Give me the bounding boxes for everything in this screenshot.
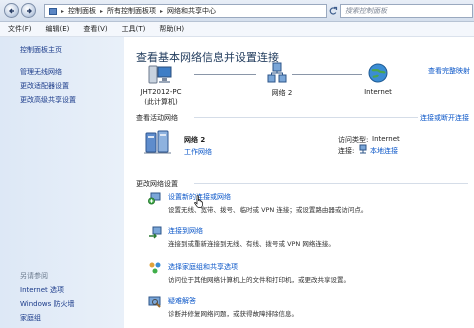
sidebar-item-advanced-sharing[interactable]: 更改高级共享设置: [20, 95, 76, 105]
internet-label: Internet: [364, 88, 392, 96]
active-networks-title: 查看活动网络: [136, 114, 178, 122]
section-divider: [194, 183, 468, 184]
local-connection-link[interactable]: 本地连接: [370, 146, 398, 156]
computer-icon: [148, 64, 172, 86]
connection-line: [292, 74, 362, 75]
breadcrumb[interactable]: ▸ 控制面板 ▸ 所有控制面板项 ▸ 网络和共享中心: [44, 4, 327, 18]
homegroup-sharing-desc: 访问位于其他网络计算机上的文件和打印机，或更改共享设置。: [168, 276, 350, 284]
change-settings-title: 更改网络设置: [136, 180, 178, 188]
menu-view[interactable]: 查看(V): [83, 24, 107, 34]
troubleshoot-link[interactable]: 疑难解答: [168, 296, 196, 306]
work-network-icon[interactable]: [144, 129, 172, 155]
main-content: 查看基本网络信息并设置连接 查看完整映射 JHT2012-PC (此计算机) 网…: [124, 37, 474, 328]
refresh-button[interactable]: [328, 4, 338, 18]
menu-edit[interactable]: 编辑(E): [46, 24, 70, 34]
sidebar-item-homegroup[interactable]: 家庭组: [20, 313, 41, 323]
troubleshoot-desc: 诊断并修复网络问题，或获得故障排除信息。: [168, 310, 298, 318]
hand-cursor-icon: [194, 195, 204, 208]
network-type-link[interactable]: 工作网络: [184, 147, 212, 157]
homegroup-icon: [148, 261, 162, 275]
section-divider: [194, 117, 418, 118]
control-panel-folder-icon: [49, 7, 57, 15]
sidebar-item-windows-firewall[interactable]: Windows 防火墙: [20, 299, 74, 309]
sidebar-item-manage-wireless[interactable]: 管理无线网络: [20, 67, 62, 77]
homegroup-sharing-link[interactable]: 选择家庭组和共享选项: [168, 262, 238, 272]
forward-button[interactable]: [21, 3, 36, 18]
back-button[interactable]: [4, 3, 19, 18]
breadcrumb-separator-icon: ▸: [160, 7, 164, 15]
sidebar-item-internet-options[interactable]: Internet 选项: [20, 285, 64, 295]
active-network-name: 网络 2: [184, 136, 206, 144]
breadcrumb-network-center[interactable]: 网络和共享中心: [167, 6, 216, 16]
new-connection-icon: [148, 191, 162, 205]
menu-tools[interactable]: 工具(T): [122, 24, 146, 34]
computer-subtitle: (此计算机): [144, 98, 178, 106]
computer-name: JHT2012-PC: [140, 88, 182, 96]
search-input[interactable]: 搜索控制面板: [340, 4, 473, 18]
breadcrumb-separator-icon: ▸: [100, 7, 104, 15]
breadcrumb-all-items[interactable]: 所有控制面板项: [107, 6, 156, 16]
see-also-caption: 另请参阅: [20, 272, 48, 280]
internet-globe-icon[interactable]: [368, 63, 388, 83]
view-full-map-link[interactable]: 查看完整映射: [428, 66, 470, 76]
refresh-icon: [329, 6, 338, 15]
menu-bar: 文件(F) 编辑(E) 查看(V) 工具(T) 帮助(H): [0, 22, 474, 37]
connect-to-network-link[interactable]: 连接到网络: [168, 226, 203, 236]
network-icon[interactable]: [267, 62, 287, 84]
local-connection-icon: [358, 144, 368, 154]
sidebar-item-adapter-settings[interactable]: 更改适配器设置: [20, 81, 69, 91]
address-bar: ▸ 控制面板 ▸ 所有控制面板项 ▸ 网络和共享中心 搜索控制面板: [0, 0, 474, 22]
connection-line: [194, 74, 256, 75]
breadcrumb-control-panel[interactable]: 控制面板: [68, 6, 96, 16]
network-name-label: 网络 2: [271, 89, 293, 97]
connections-label: 连接:: [338, 147, 355, 155]
forward-arrow-icon: [27, 8, 32, 14]
menu-file[interactable]: 文件(F): [8, 24, 32, 34]
breadcrumb-separator-icon: ▸: [61, 7, 65, 15]
left-navigation-pane: 控制面板主页 管理无线网络 更改适配器设置 更改高级共享设置 另请参阅 Inte…: [0, 37, 124, 328]
page-title: 查看基本网络信息并设置连接: [136, 51, 279, 64]
connect-to-network-icon: [148, 225, 162, 239]
troubleshoot-icon: [148, 295, 162, 309]
access-type-value: Internet: [372, 135, 400, 143]
back-arrow-icon: [9, 8, 14, 14]
connect-to-network-desc: 连接到或重新连接到无线、有线、拨号或 VPN 网络连接。: [168, 240, 335, 248]
connect-disconnect-link[interactable]: 连接或断开连接: [420, 113, 469, 123]
control-panel-home-link[interactable]: 控制面板主页: [20, 45, 62, 55]
menu-help[interactable]: 帮助(H): [159, 24, 184, 34]
